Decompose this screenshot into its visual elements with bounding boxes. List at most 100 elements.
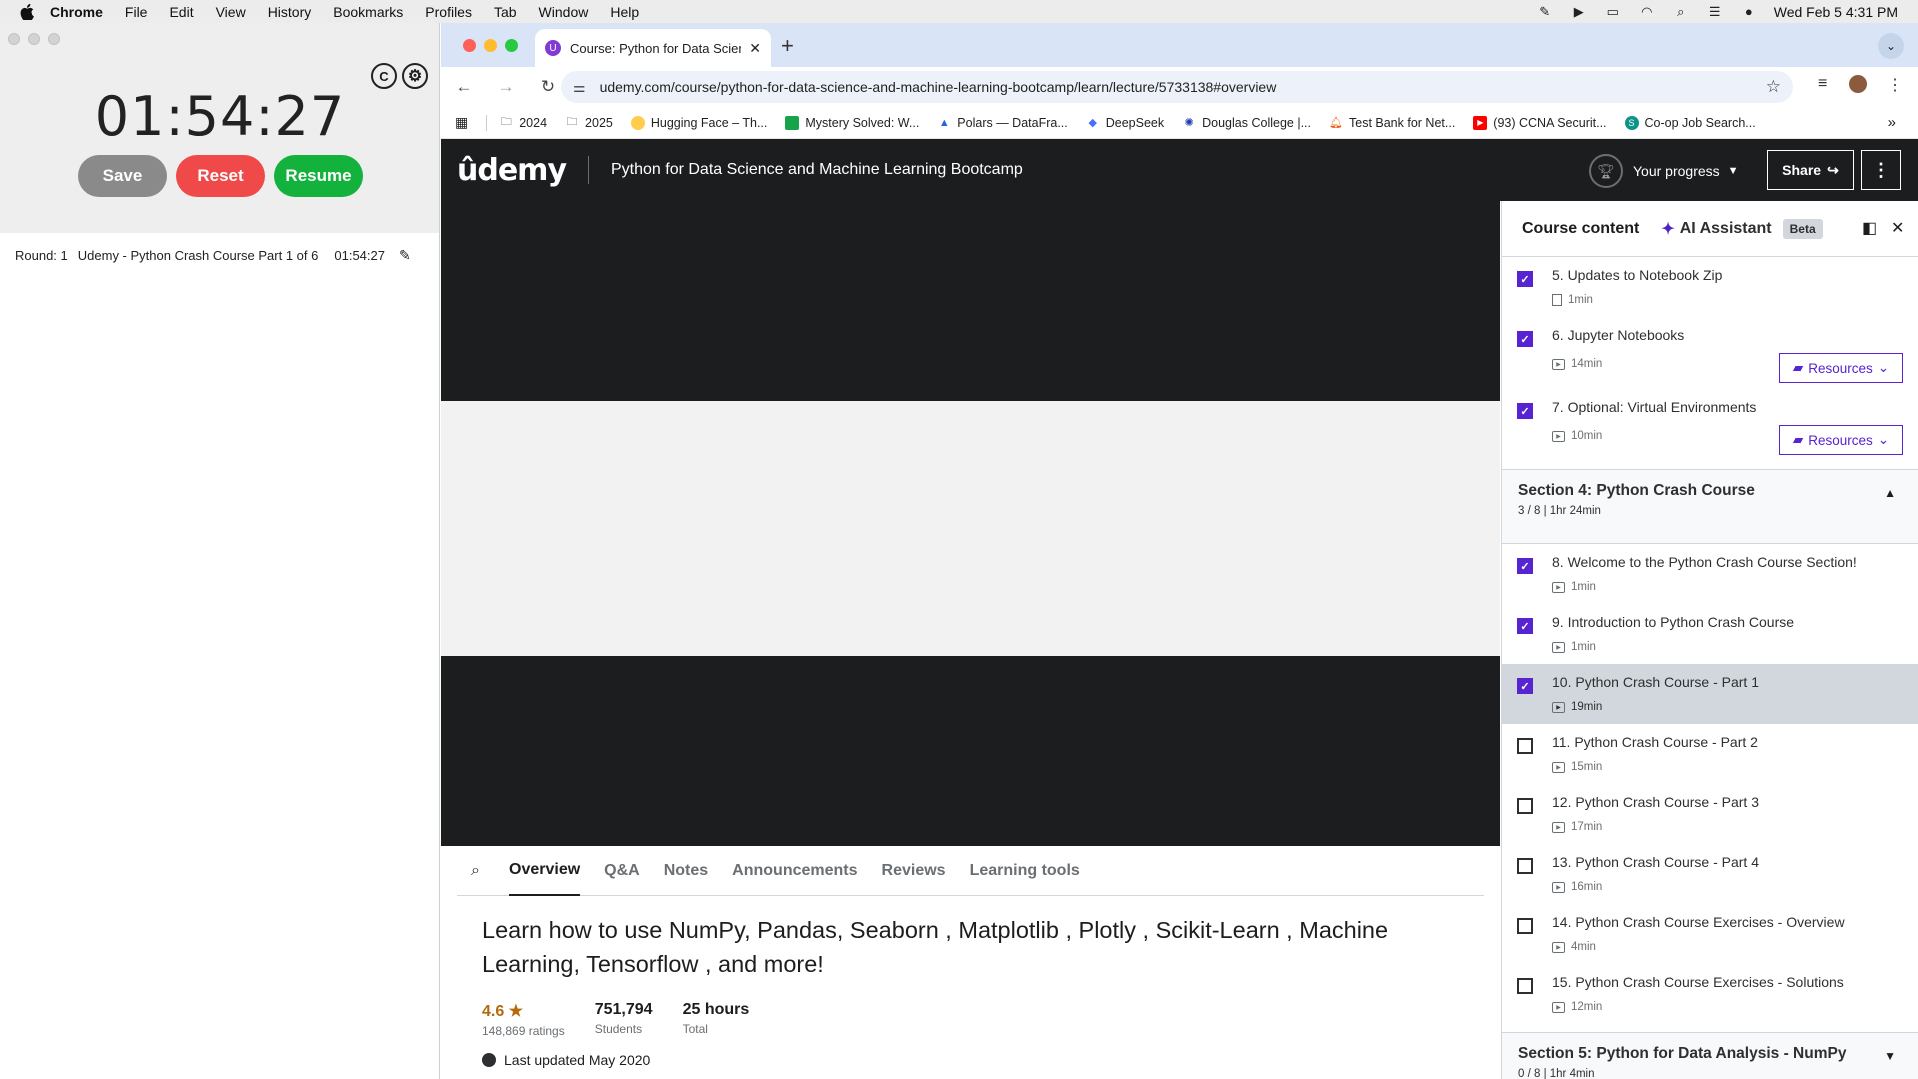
incomplete-checkbox[interactable] bbox=[1517, 858, 1533, 874]
menu-tab[interactable]: Tab bbox=[494, 4, 517, 20]
completed-checkbox[interactable]: ✓ bbox=[1517, 403, 1533, 419]
incomplete-checkbox[interactable] bbox=[1517, 798, 1533, 814]
tab-search-chevron-icon[interactable]: ⌄ bbox=[1878, 33, 1904, 59]
tab-announcements[interactable]: Announcements bbox=[732, 846, 857, 896]
tab-qa[interactable]: Q&A bbox=[604, 846, 640, 896]
wifi-icon[interactable]: ◠ bbox=[1638, 4, 1656, 19]
bookmark-folder-2025[interactable]: 🗀 2025 bbox=[565, 116, 613, 130]
completed-checkbox[interactable]: ✓ bbox=[1517, 678, 1533, 694]
close-window-icon[interactable] bbox=[463, 39, 476, 52]
reading-list-icon[interactable]: ≡ bbox=[1818, 75, 1827, 93]
apps-grid-icon[interactable]: ▦ bbox=[455, 114, 468, 131]
back-arrow-icon[interactable]: ← bbox=[453, 77, 475, 97]
incomplete-checkbox[interactable] bbox=[1517, 738, 1533, 754]
apple-icon[interactable] bbox=[18, 3, 36, 21]
completed-checkbox[interactable]: ✓ bbox=[1517, 271, 1533, 287]
section-header-5[interactable]: Section 5: Python for Data Analysis - Nu… bbox=[1502, 1032, 1918, 1079]
control-center-icon[interactable]: ☰ bbox=[1706, 4, 1724, 19]
close-window-icon[interactable] bbox=[8, 33, 20, 45]
lecture-item[interactable]: ✓ 5. Updates to Notebook Zip 1min bbox=[1502, 257, 1918, 317]
menu-edit[interactable]: Edit bbox=[169, 4, 193, 20]
resume-button[interactable]: Resume bbox=[274, 155, 363, 197]
chrome-menu-icon[interactable]: ⋮ bbox=[1887, 75, 1903, 95]
menu-app-name[interactable]: Chrome bbox=[50, 4, 103, 20]
incomplete-checkbox[interactable] bbox=[1517, 978, 1533, 994]
new-tab-icon[interactable]: + bbox=[781, 33, 794, 59]
address-bar[interactable]: ⚌ udemy.com/course/python-for-data-scien… bbox=[561, 71, 1793, 103]
tab-reviews[interactable]: Reviews bbox=[882, 846, 946, 896]
completed-checkbox[interactable]: ✓ bbox=[1517, 331, 1533, 347]
menu-datetime[interactable]: Wed Feb 5 4:31 PM bbox=[1774, 4, 1898, 20]
lecture-name: 7. Optional: Virtual Environments bbox=[1552, 399, 1757, 415]
completed-checkbox[interactable]: ✓ bbox=[1517, 618, 1533, 634]
course-title[interactable]: Python for Data Science and Machine Lear… bbox=[611, 161, 1023, 179]
lecture-item[interactable]: ✓ 7. Optional: Virtual Environments ▶ 10m… bbox=[1502, 389, 1918, 469]
section-header-4[interactable]: Section 4: Python Crash Course 3 / 8 | 1… bbox=[1502, 469, 1918, 544]
bookmark-star-icon[interactable]: ☆ bbox=[1766, 77, 1781, 97]
expand-panel-icon[interactable]: ◧ bbox=[1862, 218, 1877, 238]
minimize-window-icon[interactable] bbox=[484, 39, 497, 52]
tab-learning-tools[interactable]: Learning tools bbox=[970, 846, 1080, 896]
close-tab-icon[interactable]: ✕ bbox=[749, 40, 761, 57]
search-icon[interactable]: ⌕ bbox=[1672, 4, 1690, 19]
bookmark-deepseek[interactable]: ◆ DeepSeek bbox=[1086, 116, 1165, 130]
lecture-item[interactable]: ✓ 6. Jupyter Notebooks ▶ 14min ▰ Resources… bbox=[1502, 317, 1918, 389]
profile-avatar[interactable] bbox=[1849, 75, 1867, 93]
lecture-item[interactable]: ✓ 9. Introduction to Python Crash Course… bbox=[1502, 604, 1918, 664]
url-text[interactable]: udemy.com/course/python-for-data-science… bbox=[600, 79, 1766, 95]
close-icon[interactable]: ✕ bbox=[1891, 218, 1904, 238]
reload-icon[interactable]: ↻ bbox=[537, 77, 559, 97]
minimize-window-icon[interactable] bbox=[28, 33, 40, 45]
bookmark-mystery-solved[interactable]: Mystery Solved: W... bbox=[785, 115, 919, 130]
tab-ai-assistant[interactable]: ✦ AI Assistant Beta bbox=[1661, 218, 1823, 239]
menu-history[interactable]: History bbox=[268, 4, 312, 20]
reset-button[interactable]: Reset bbox=[176, 155, 265, 197]
tab-course-content[interactable]: Course content bbox=[1522, 220, 1639, 238]
lecture-item[interactable]: 12. Python Crash Course - Part 3 ▶ 17min bbox=[1502, 784, 1918, 844]
menu-profiles[interactable]: Profiles bbox=[425, 4, 472, 20]
menu-file[interactable]: File bbox=[125, 4, 148, 20]
tab-overview[interactable]: Overview bbox=[509, 846, 581, 896]
video-player[interactable] bbox=[441, 201, 1500, 846]
share-button[interactable]: Share ↪ bbox=[1767, 150, 1854, 190]
progress-dropdown[interactable]: 🏆︎ Your progress ▼ bbox=[1589, 154, 1739, 188]
bookmark-hugging-face[interactable]: Hugging Face – Th... bbox=[630, 115, 767, 130]
play-icon[interactable]: ▶ bbox=[1570, 4, 1588, 19]
forward-arrow-icon[interactable]: → bbox=[495, 77, 517, 97]
lecture-item[interactable]: 15. Python Crash Course Exercises - Solu… bbox=[1502, 964, 1918, 1032]
menu-view[interactable]: View bbox=[216, 4, 246, 20]
lecture-item[interactable]: 14. Python Crash Course Exercises - Over… bbox=[1502, 904, 1918, 964]
zoom-window-icon[interactable] bbox=[48, 33, 60, 45]
more-bookmarks-icon[interactable]: » bbox=[1888, 114, 1896, 131]
menu-bookmarks[interactable]: Bookmarks bbox=[333, 4, 403, 20]
battery-icon[interactable]: ▭ bbox=[1604, 4, 1622, 19]
stylus-icon[interactable]: ✎ bbox=[1536, 4, 1554, 19]
incomplete-checkbox[interactable] bbox=[1517, 918, 1533, 934]
duration-text: 1min bbox=[1571, 641, 1596, 653]
bookmark-coop-job-search[interactable]: S Co-op Job Search... bbox=[1624, 115, 1756, 130]
edit-pencil-icon[interactable]: ✎ bbox=[399, 247, 411, 264]
completed-checkbox[interactable]: ✓ bbox=[1517, 558, 1533, 574]
menu-window[interactable]: Window bbox=[539, 4, 589, 20]
more-options-icon[interactable]: ⋮ bbox=[1861, 150, 1901, 190]
bookmark-folder-2024[interactable]: 🗀 2024 bbox=[499, 116, 547, 130]
lecture-item[interactable]: ✓ 8. Welcome to the Python Crash Course … bbox=[1502, 544, 1918, 604]
bookmark-test-bank[interactable]: 🔔︎ Test Bank for Net... bbox=[1329, 116, 1455, 130]
lecture-item[interactable]: 13. Python Crash Course - Part 4 ▶ 16min bbox=[1502, 844, 1918, 904]
search-icon[interactable]: ⌕ bbox=[471, 862, 499, 880]
lecture-item[interactable]: 11. Python Crash Course - Part 2 ▶ 15min bbox=[1502, 724, 1918, 784]
resources-button[interactable]: ▰ Resources ⌄ bbox=[1779, 353, 1903, 383]
udemy-logo[interactable]: ûdemy bbox=[457, 153, 567, 188]
resources-button[interactable]: ▰ Resources ⌄ bbox=[1779, 425, 1903, 455]
bookmark-douglas-college[interactable]: ✺ Douglas College |... bbox=[1182, 116, 1311, 130]
siri-icon[interactable]: ● bbox=[1740, 4, 1758, 19]
site-info-icon[interactable]: ⚌ bbox=[573, 79, 586, 96]
lecture-item-current[interactable]: ✓ 10. Python Crash Course - Part 1 ▶ 19mi… bbox=[1502, 664, 1918, 724]
bookmark-polars[interactable]: ▲ Polars — DataFra... bbox=[937, 116, 1068, 130]
browser-tab[interactable]: U Course: Python for Data Scier ✕ bbox=[535, 29, 771, 67]
zoom-window-icon[interactable] bbox=[505, 39, 518, 52]
tab-notes[interactable]: Notes bbox=[664, 846, 708, 896]
bookmark-ccna[interactable]: ▶ (93) CCNA Securit... bbox=[1473, 115, 1607, 130]
menu-help[interactable]: Help bbox=[610, 4, 639, 20]
save-button[interactable]: Save bbox=[78, 155, 167, 197]
